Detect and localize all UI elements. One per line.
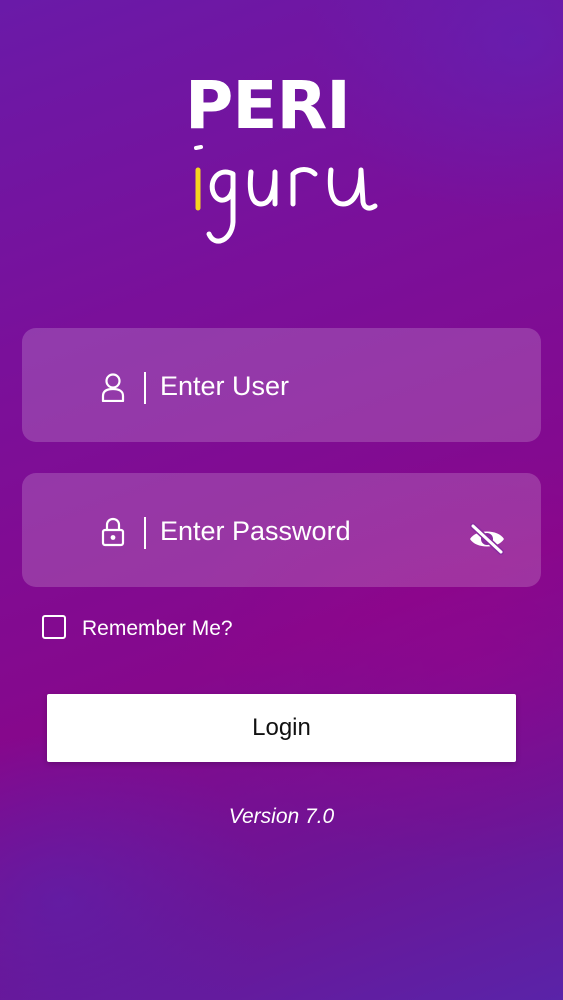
password-field[interactable] [22, 473, 541, 587]
password-input[interactable] [160, 509, 450, 553]
user-icon [101, 373, 125, 402]
lock-icon [101, 517, 125, 547]
version-label: Version 7.0 [228, 805, 335, 828]
username-field[interactable] [22, 328, 541, 442]
eye-off-icon[interactable] [468, 523, 506, 555]
login-button[interactable]: Login [47, 694, 516, 762]
field-divider [144, 372, 146, 404]
logo-iguru-wordmark [194, 145, 378, 244]
logo-peri-text: PERI [185, 67, 351, 144]
remember-me-label: Remember Me? [82, 617, 233, 640]
remember-me-checkbox[interactable] [42, 615, 66, 639]
field-divider [144, 517, 146, 549]
remember-me-row[interactable]: Remember Me? [42, 615, 302, 645]
username-input[interactable] [160, 364, 450, 408]
peri-iguru-logo: PERI [185, 70, 385, 260]
